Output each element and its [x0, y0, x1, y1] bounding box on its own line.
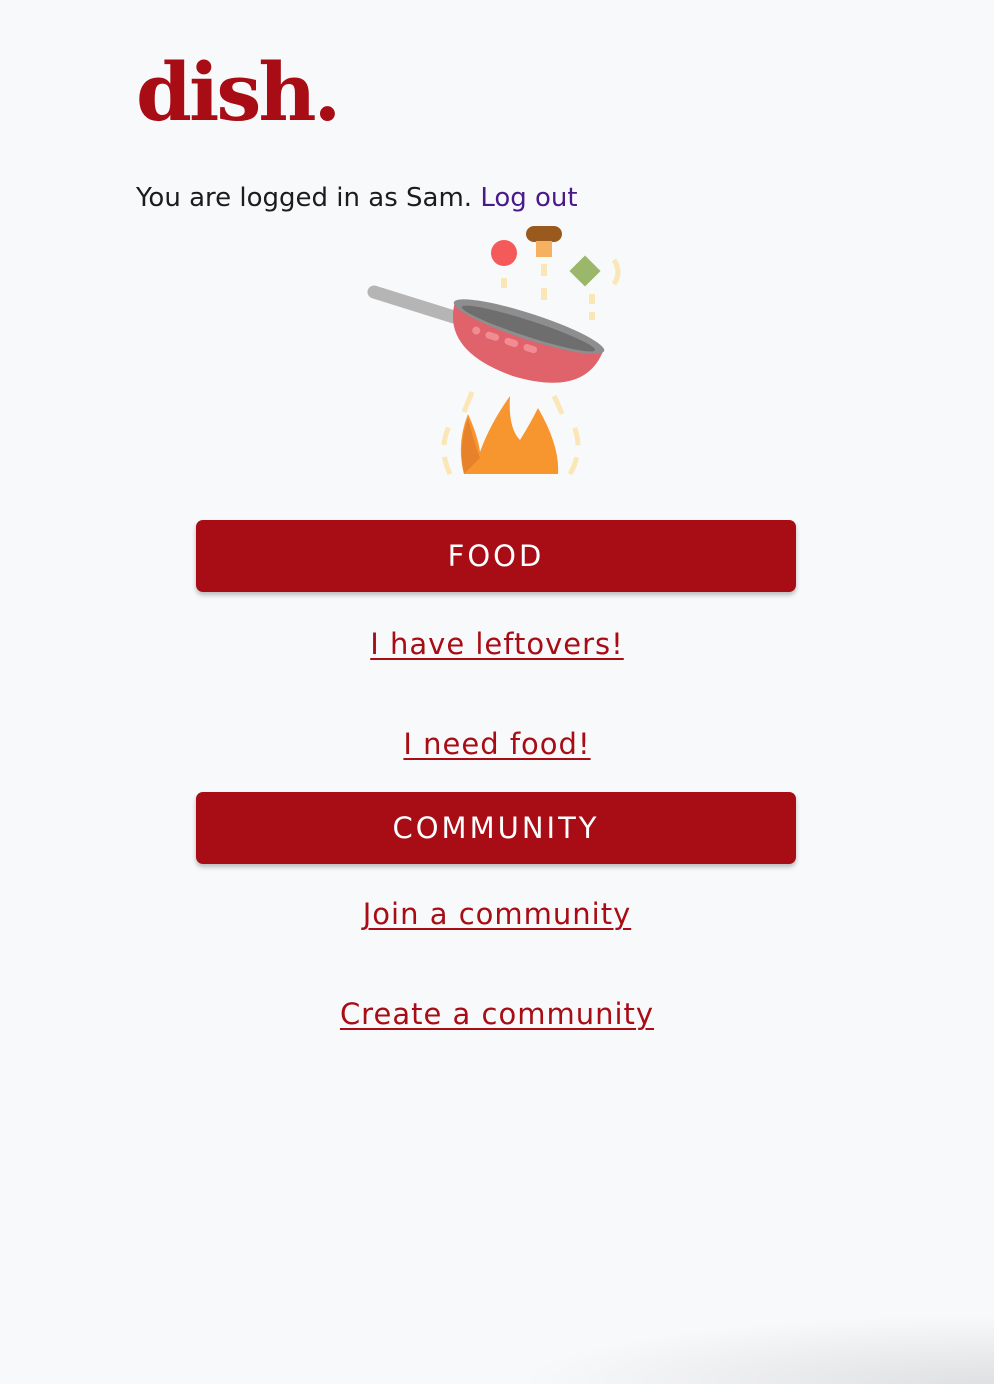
community-button[interactable]: COMMUNITY [196, 792, 796, 864]
logged-in-text: You are logged in as Sam. [136, 183, 473, 213]
join-community-link-row: Join a community [0, 894, 994, 934]
falling-ingredients [491, 226, 621, 320]
corner-shadow [514, 1314, 994, 1384]
leftovers-link-row: I have leftovers! [0, 624, 994, 664]
frying-pan-icon [367, 226, 621, 476]
leftovers-link[interactable]: I have leftovers! [370, 627, 624, 661]
login-status: You are logged in as Sam. Log out [136, 180, 578, 216]
create-community-link-row: Create a community [0, 994, 994, 1034]
food-button[interactable]: FOOD [196, 520, 796, 592]
create-community-link[interactable]: Create a community [340, 997, 654, 1031]
need-food-link[interactable]: I need food! [403, 727, 590, 761]
need-food-link-row: I need food! [0, 724, 994, 764]
join-community-link[interactable]: Join a community [363, 897, 631, 931]
flame-icon [441, 391, 581, 476]
dish-logo: dish. [136, 45, 341, 139]
logout-link[interactable]: Log out [480, 183, 577, 213]
home-page: dish. You are logged in as Sam. Log out [0, 0, 994, 1384]
